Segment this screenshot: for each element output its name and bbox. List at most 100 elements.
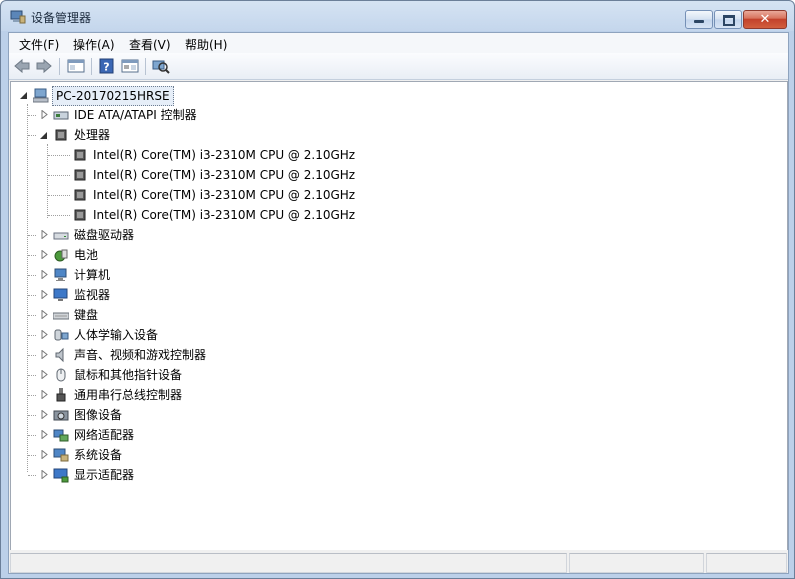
- tree-category-node[interactable]: 人体学输入设备: [11, 326, 341, 344]
- minimize-icon: [694, 20, 704, 23]
- tree-device-node[interactable]: Intel(R) Core(TM) i3-2310M CPU @ 2.10GHz: [11, 146, 371, 164]
- keyboard-icon: [53, 312, 69, 320]
- tree-guide-line: [48, 155, 70, 156]
- tree-category-node[interactable]: 网络适配器: [11, 426, 341, 444]
- system-device-icon: [53, 448, 69, 462]
- tree-category-label[interactable]: 计算机: [74, 266, 110, 284]
- tree-guide-line: [28, 275, 36, 276]
- tree-category-node[interactable]: 图像设备: [11, 406, 341, 424]
- tree-category-label[interactable]: 键盘: [74, 306, 98, 324]
- tree-root-label[interactable]: PC-20170215HRSE: [52, 86, 174, 106]
- expand-triangle-icon[interactable]: [40, 470, 49, 479]
- tree-category-label[interactable]: IDE ATA/ATAPI 控制器: [74, 106, 197, 124]
- tree-category-node[interactable]: 声音、视频和游戏控制器: [11, 346, 341, 364]
- tree-category-label[interactable]: 显示适配器: [74, 466, 134, 484]
- svg-text:?: ?: [103, 61, 109, 74]
- tree-device-node[interactable]: Intel(R) Core(TM) i3-2310M CPU @ 2.10GHz: [11, 186, 371, 204]
- tree-category-node[interactable]: 计算机: [11, 266, 341, 284]
- menu-help[interactable]: 帮助(H): [185, 36, 227, 53]
- toolbar-separator: [91, 58, 92, 75]
- mouse-icon: [56, 368, 66, 382]
- tree-category-node[interactable]: 处理器: [11, 126, 341, 144]
- disk-drive-icon: [53, 232, 69, 240]
- tree-root-node[interactable]: PC-20170215HRSE: [11, 86, 311, 106]
- minimize-button[interactable]: [685, 10, 713, 29]
- tree-category-node[interactable]: 电池: [11, 246, 341, 264]
- tree-category-node[interactable]: IDE ATA/ATAPI 控制器: [11, 106, 341, 124]
- tree-guide-line: [48, 215, 70, 216]
- battery-icon: [54, 249, 68, 262]
- tree-category-label[interactable]: 系统设备: [74, 446, 122, 464]
- tree-guide-line: [28, 435, 36, 436]
- expand-triangle-icon[interactable]: [40, 110, 49, 119]
- expand-triangle-icon[interactable]: [40, 290, 49, 299]
- tree-guide-line: [28, 235, 36, 236]
- collapse-triangle-icon[interactable]: [19, 91, 28, 100]
- tree-category-label[interactable]: 鼠标和其他指针设备: [74, 366, 182, 384]
- menu-file[interactable]: 文件(F): [19, 36, 59, 53]
- tree-category-node[interactable]: 显示适配器: [11, 466, 341, 484]
- tree-category-node[interactable]: 监视器: [11, 286, 341, 304]
- back-arrow-icon[interactable]: [13, 58, 31, 74]
- title-bar[interactable]: 设备管理器 ✕: [1, 1, 794, 31]
- tree-category-node[interactable]: 磁盘驱动器: [11, 226, 341, 244]
- show-hide-tree-icon[interactable]: [67, 58, 85, 74]
- expand-triangle-icon[interactable]: [40, 270, 49, 279]
- help-icon[interactable]: ?: [98, 58, 116, 74]
- tree-category-node[interactable]: 鼠标和其他指针设备: [11, 366, 341, 384]
- processor-icon: [74, 209, 86, 221]
- expand-triangle-icon[interactable]: [40, 430, 49, 439]
- tree-guide-line: [28, 255, 36, 256]
- tree-guide-line: [28, 315, 36, 316]
- expand-triangle-icon[interactable]: [40, 330, 49, 339]
- window-title: 设备管理器: [31, 11, 92, 25]
- expand-triangle-icon[interactable]: [40, 410, 49, 419]
- expand-triangle-icon[interactable]: [40, 350, 49, 359]
- scan-hardware-icon[interactable]: [152, 58, 170, 74]
- device-tree[interactable]: PC-20170215HRSE IDE ATA/ATAPI 控制器 处理器 Inte…: [10, 81, 788, 551]
- tree-category-node[interactable]: 键盘: [11, 306, 341, 324]
- menu-view[interactable]: 查看(V): [129, 36, 171, 53]
- maximize-button[interactable]: [714, 10, 742, 29]
- tree-device-label[interactable]: Intel(R) Core(TM) i3-2310M CPU @ 2.10GHz: [93, 206, 355, 224]
- processor-icon: [74, 149, 86, 161]
- close-button[interactable]: ✕: [743, 10, 787, 29]
- forward-arrow-icon[interactable]: [35, 58, 53, 74]
- tree-device-label[interactable]: Intel(R) Core(TM) i3-2310M CPU @ 2.10GHz: [93, 166, 355, 184]
- tree-category-label[interactable]: 声音、视频和游戏控制器: [74, 346, 206, 364]
- tree-category-label[interactable]: 处理器: [74, 126, 110, 144]
- tree-device-label[interactable]: Intel(R) Core(TM) i3-2310M CPU @ 2.10GHz: [93, 146, 355, 164]
- collapse-triangle-icon[interactable]: [39, 131, 48, 140]
- usb-icon: [56, 388, 66, 402]
- expand-triangle-icon[interactable]: [40, 450, 49, 459]
- status-bar: [9, 550, 788, 573]
- tree-device-node[interactable]: Intel(R) Core(TM) i3-2310M CPU @ 2.10GHz: [11, 206, 371, 224]
- monitor-icon: [53, 288, 68, 301]
- tree-category-label[interactable]: 电池: [74, 246, 98, 264]
- menu-action[interactable]: 操作(A): [73, 36, 115, 53]
- device-manager-window: 设备管理器 ✕ 文件(F) 操作(A) 查看(V) 帮助(H) ? PC-201…: [0, 0, 795, 579]
- display-adapter-icon: [53, 468, 69, 483]
- tree-category-label[interactable]: 磁盘驱动器: [74, 226, 134, 244]
- tree-category-node[interactable]: 系统设备: [11, 446, 341, 464]
- tree-category-node[interactable]: 通用串行总线控制器: [11, 386, 341, 404]
- expand-triangle-icon[interactable]: [40, 250, 49, 259]
- tree-category-label[interactable]: 图像设备: [74, 406, 122, 424]
- expand-triangle-icon[interactable]: [40, 370, 49, 379]
- expand-triangle-icon[interactable]: [40, 310, 49, 319]
- tree-guide-line: [28, 115, 36, 116]
- tree-category-label[interactable]: 网络适配器: [74, 426, 134, 444]
- expand-triangle-icon[interactable]: [40, 390, 49, 399]
- properties-icon[interactable]: [121, 58, 139, 74]
- expand-triangle-icon[interactable]: [40, 230, 49, 239]
- tree-category-label[interactable]: 监视器: [74, 286, 110, 304]
- tree-category-label[interactable]: 人体学输入设备: [74, 326, 158, 344]
- tree-guide-line: [28, 355, 36, 356]
- device-manager-app-icon: [10, 10, 26, 24]
- tree-category-label[interactable]: 通用串行总线控制器: [74, 386, 182, 404]
- tree-device-label[interactable]: Intel(R) Core(TM) i3-2310M CPU @ 2.10GHz: [93, 186, 355, 204]
- client-area: 文件(F) 操作(A) 查看(V) 帮助(H) ? PC-20170215HRS…: [8, 32, 789, 574]
- network-adapter-icon: [53, 429, 69, 442]
- tree-device-node[interactable]: Intel(R) Core(TM) i3-2310M CPU @ 2.10GHz: [11, 166, 371, 184]
- imaging-device-icon: [53, 410, 69, 421]
